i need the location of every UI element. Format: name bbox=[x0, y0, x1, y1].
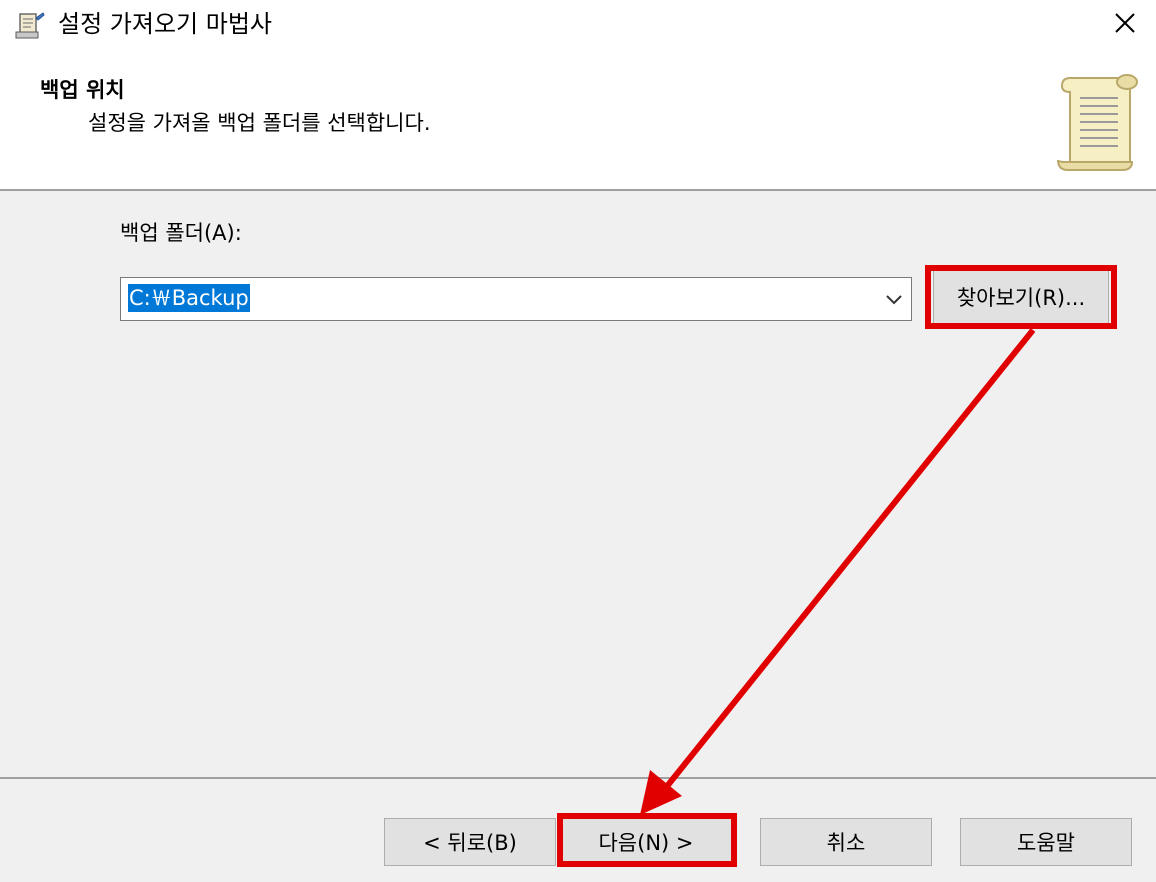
close-button[interactable] bbox=[1102, 0, 1148, 46]
page-subtitle: 설정을 가져올 백업 폴더를 선택합니다. bbox=[88, 111, 431, 135]
page-title: 백업 위치 bbox=[40, 78, 125, 102]
backup-folder-label: 백업 폴더(A): bbox=[120, 221, 242, 245]
close-icon[interactable] bbox=[1114, 12, 1136, 34]
cancel-button[interactable]: 취소 bbox=[760, 818, 932, 866]
help-button[interactable]: 도움말 bbox=[960, 818, 1132, 866]
next-button[interactable]: 다음(N) > bbox=[560, 818, 732, 866]
title-bar: 설정 가져오기 마법사 bbox=[0, 0, 1156, 52]
wizard-icon bbox=[15, 12, 45, 39]
window-title: 설정 가져오기 마법사 bbox=[58, 10, 272, 38]
scroll-icon bbox=[1057, 74, 1138, 171]
wizard-header: 백업 위치 설정을 가져올 백업 폴더를 선택합니다. bbox=[0, 52, 1156, 191]
footer-divider bbox=[0, 777, 1156, 779]
backup-folder-value[interactable]: C:￦Backup bbox=[128, 284, 250, 312]
browse-button[interactable]: 찾아보기(R)... bbox=[933, 270, 1109, 324]
backup-folder-combobox[interactable]: C:￦Backup bbox=[120, 277, 912, 321]
chevron-down-icon[interactable] bbox=[883, 288, 905, 310]
back-button[interactable]: < 뒤로(B) bbox=[384, 818, 556, 866]
